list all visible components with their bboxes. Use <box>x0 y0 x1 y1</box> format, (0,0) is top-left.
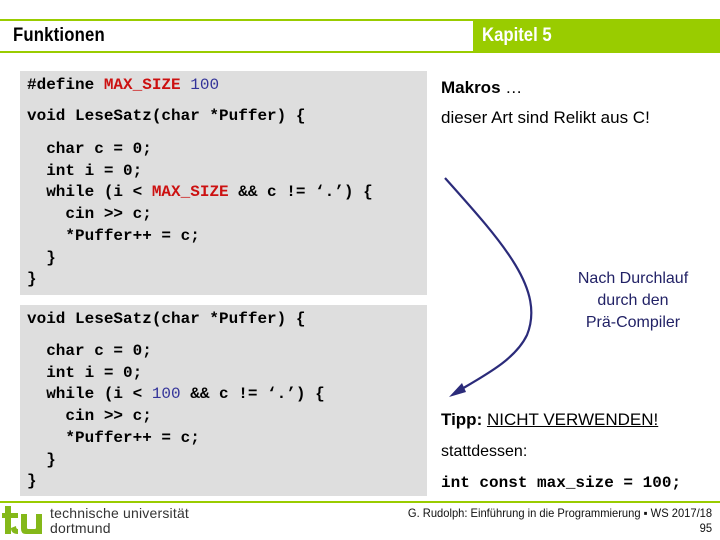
arrow-head <box>449 383 466 397</box>
tip-label: Tipp: <box>441 410 483 429</box>
university-line-2: dortmund <box>50 520 111 536</box>
footer-credit: G. Rudolph: Einführung in die Programmie… <box>408 506 712 536</box>
annotation-line: durch den <box>597 292 669 309</box>
const-code-line: int const max_size = 100; <box>441 474 682 492</box>
university-line-1: technische universität <box>50 505 190 521</box>
annotation-line: Prä-Compiler <box>585 314 681 331</box>
instead-label: stattdessen: <box>441 443 528 460</box>
preprocessor-annotation: Nach Durchlauf durch den Prä-Compiler <box>548 268 718 334</box>
tip-warning: NICHT VERWENDEN! <box>486 410 659 429</box>
annotation-line: Nach Durchlauf <box>577 270 689 287</box>
footer-rule <box>0 501 720 503</box>
tip-text: Tipp: NICHT VERWENDEN! <box>441 410 658 430</box>
course-credit: G. Rudolph: Einführung in die Programmie… <box>407 506 712 520</box>
page-number: 95 <box>699 521 712 535</box>
arrow-curve <box>444 177 533 394</box>
tu-logo-icon <box>2 506 42 534</box>
university-name: technische universität dortmund <box>50 506 189 536</box>
